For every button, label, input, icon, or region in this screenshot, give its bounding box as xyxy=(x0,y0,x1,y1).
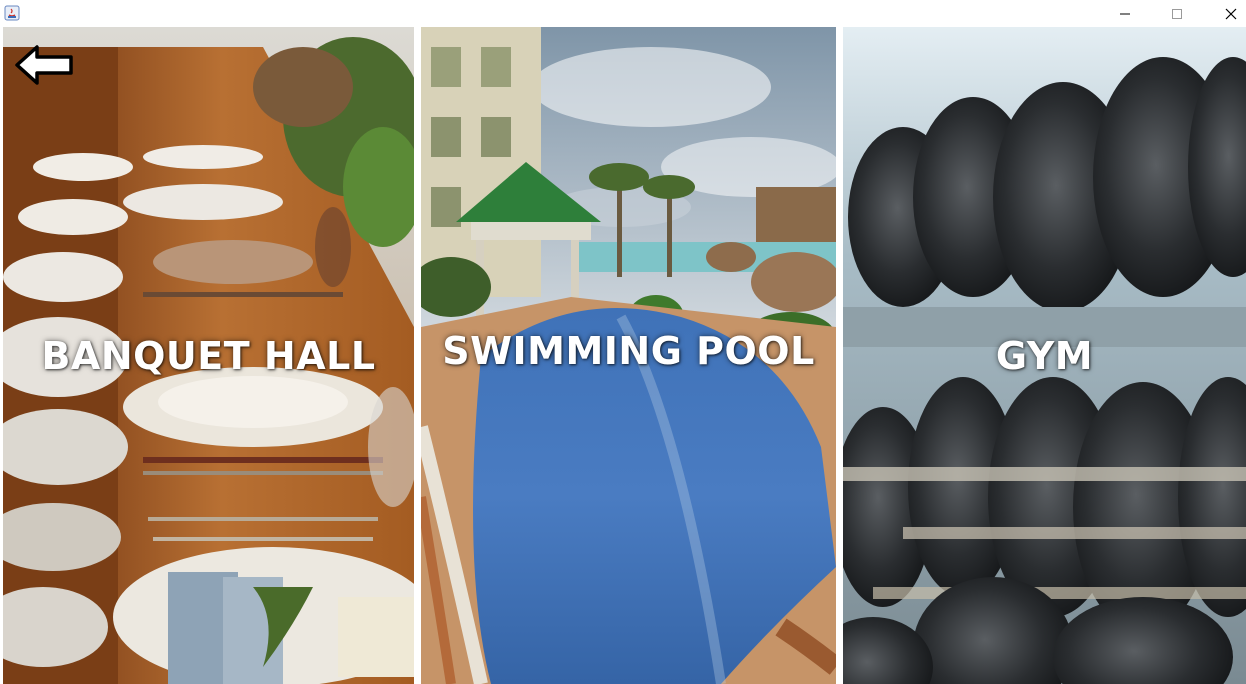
banquet-hall-label: BANQUET HALL xyxy=(41,334,376,378)
app-window: BANQUET HALL SWIMMING POOL GYM xyxy=(0,0,1246,684)
swimming-pool-label: SWIMMING POOL xyxy=(442,329,815,373)
back-arrow-icon xyxy=(15,45,73,85)
close-button[interactable] xyxy=(1208,0,1246,27)
minimize-button[interactable] xyxy=(1102,0,1148,27)
banquet-hall-panel[interactable]: BANQUET HALL xyxy=(3,27,414,684)
maximize-icon xyxy=(1172,8,1182,19)
swimming-pool-panel[interactable]: SWIMMING POOL xyxy=(421,27,836,684)
gym-label: GYM xyxy=(995,334,1094,378)
minimize-icon xyxy=(1120,13,1130,14)
title-bar xyxy=(0,0,1246,27)
close-icon xyxy=(1225,8,1237,19)
maximize-button[interactable] xyxy=(1154,0,1200,27)
gym-panel[interactable]: GYM xyxy=(843,27,1246,684)
back-button[interactable] xyxy=(13,41,77,89)
java-app-icon xyxy=(4,5,20,21)
